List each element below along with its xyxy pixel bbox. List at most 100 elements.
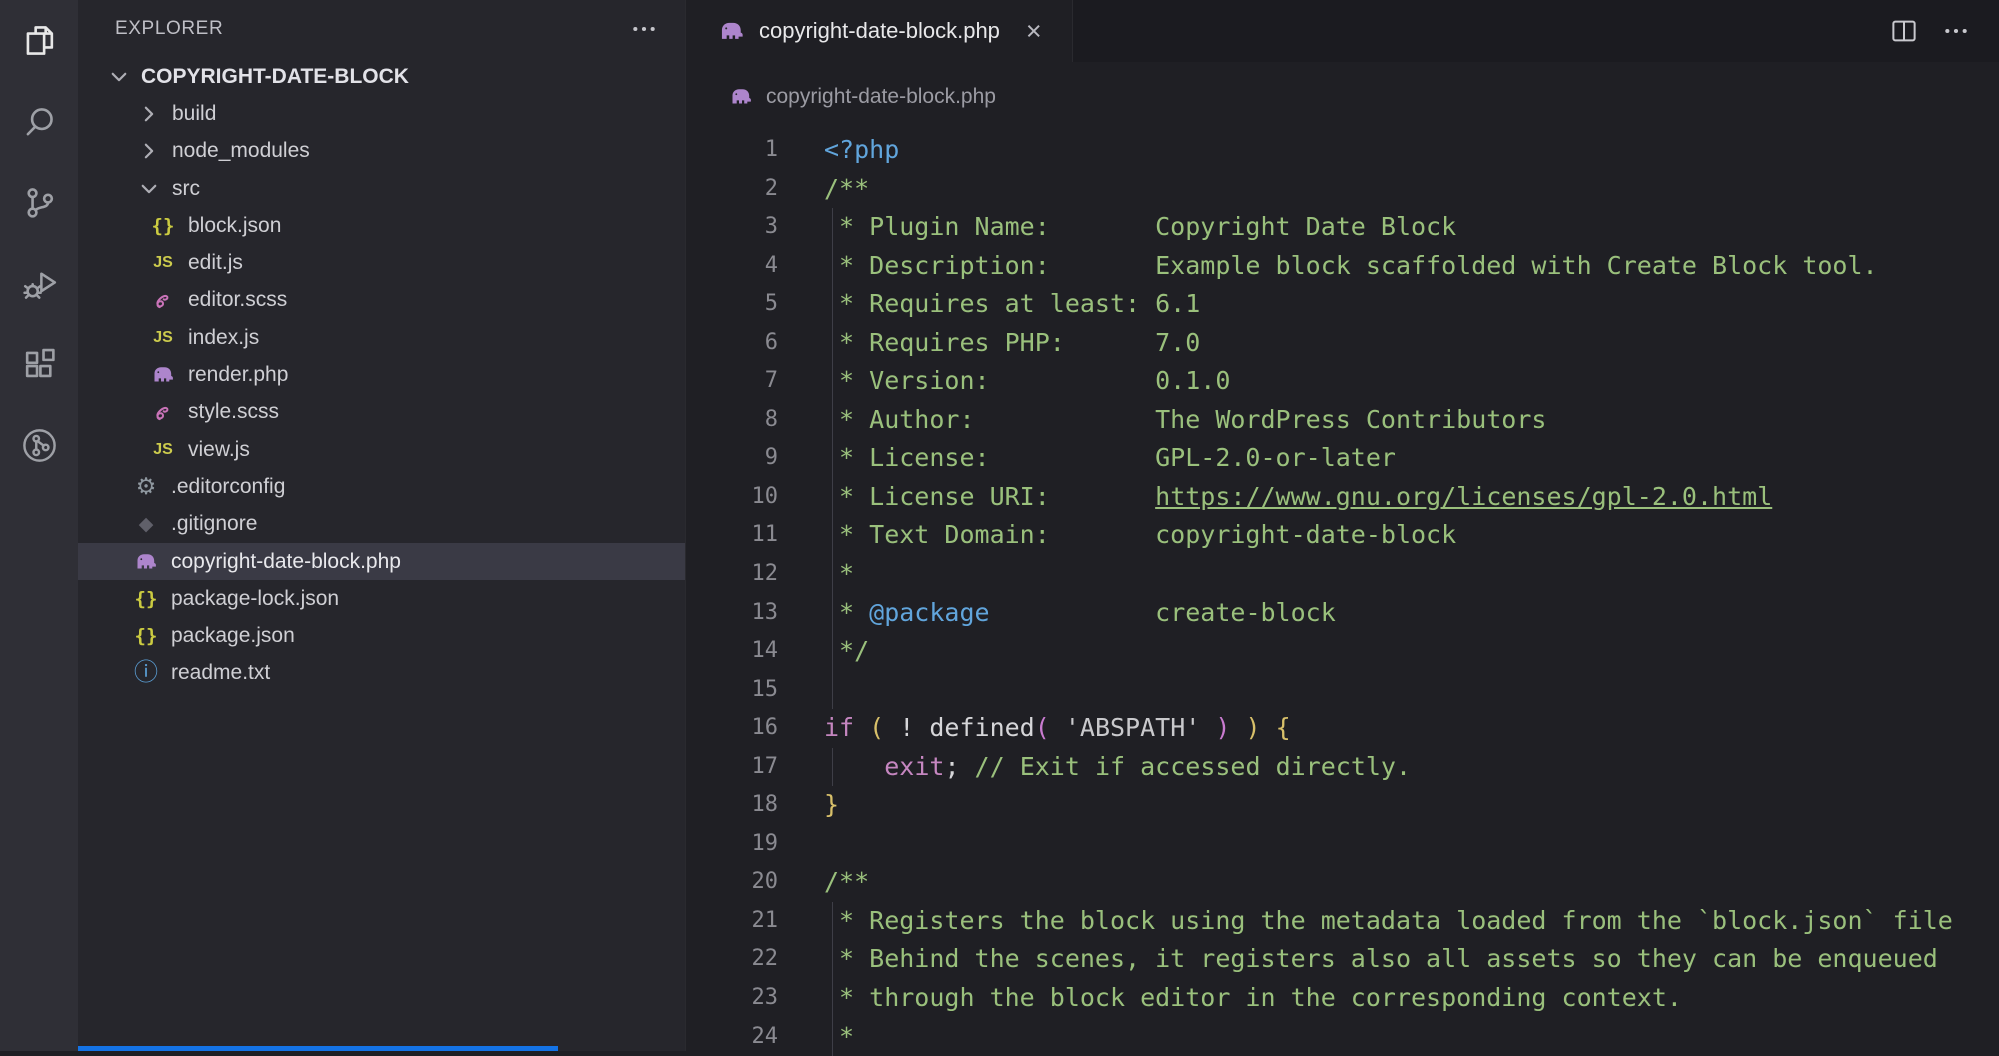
code-token: 'ABSPATH' [1065,713,1200,742]
code-line-content[interactable] [778,671,824,710]
search-icon[interactable] [0,81,78,162]
code-line-content[interactable]: */ [778,632,869,671]
chevron-right-icon [138,104,160,124]
tree-item--editorconfig[interactable]: ⚙.editorconfig [78,468,685,505]
tree-item-copyright-date-block-php[interactable]: copyright-date-block.php [78,543,685,580]
code-token: <?php [824,135,899,164]
explorer-more-actions-icon[interactable] [631,16,657,42]
tree-item-render-php[interactable]: render.php [78,356,685,393]
code-line-content[interactable]: * License URI: https://www.gnu.org/licen… [778,478,1772,517]
code-token: * through the block editor in the corres… [824,983,1682,1012]
code-line-content[interactable]: /** [778,863,869,902]
line-number: 20 [686,863,778,902]
extensions-icon[interactable] [0,324,78,405]
tree-item-build[interactable]: build [78,95,685,132]
tree-item-block-json[interactable]: {}block.json [78,207,685,244]
code-line-content[interactable]: /** [778,170,869,209]
code-line-content[interactable]: * Requires at least: 6.1 [778,285,1200,324]
json-braces-icon: {} [152,215,175,237]
code-line-content[interactable]: if ( ! defined( 'ABSPATH' ) ) { [778,709,1291,748]
tab-copyright-date-block-php[interactable]: copyright-date-block.php × [686,0,1073,62]
explorer-files-icon[interactable] [0,0,78,81]
line-number: 5 [686,285,778,324]
tree-item-package-json[interactable]: {}package.json [78,617,685,654]
code-line-content[interactable]: * License: GPL-2.0-or-later [778,439,1396,478]
code-line-content[interactable]: * Registers the block using the metadata… [778,902,1953,941]
code-line-content[interactable]: * Author: The WordPress Contributors [778,401,1546,440]
line-number: 24 [686,1018,778,1056]
json-braces-icon: {} [135,588,158,610]
code-line-11: 11 * Text Domain: copyright-date-block [686,516,1999,555]
line-number: 22 [686,940,778,979]
line-number: 1 [686,131,778,170]
javascript-icon: JS [153,254,173,272]
git-diamond-icon: ◆ [139,515,154,534]
tab-close-icon[interactable]: × [1026,18,1042,45]
tree-item-label: view.js [188,438,250,462]
code-line-content[interactable]: * Requires PHP: 7.0 [778,324,1200,363]
code-line-19: 19 [686,825,1999,864]
code-line-content[interactable]: * [778,1018,854,1056]
php-elephant-icon [134,550,158,574]
code-line-6: 6 * Requires PHP: 7.0 [686,324,1999,363]
tree-item-style-scss[interactable]: style.scss [78,394,685,431]
tree-item-edit-js[interactable]: JS edit.js [78,244,685,281]
code-line-content[interactable]: * through the block editor in the corres… [778,979,1682,1018]
tree-item-label: readme.txt [171,661,270,685]
tree-item-readme-txt[interactable]: ⓘreadme.txt [78,655,685,692]
tree-item-view-js[interactable]: JSview.js [78,431,685,468]
code-line-13: 13 * @package create-block [686,594,1999,633]
line-number: 3 [686,208,778,247]
editor-more-actions-icon[interactable] [1939,14,1973,48]
line-number: 8 [686,401,778,440]
tree-item-index-js[interactable]: JSindex.js [78,319,685,356]
tab-bar: copyright-date-block.php × [686,0,1999,62]
source-control-icon[interactable] [0,162,78,243]
commit-graph-icon[interactable] [0,405,78,486]
chevron-down-icon [108,67,130,87]
code-token: ! defined [899,713,1034,742]
code-line-content[interactable]: exit; // Exit if accessed directly. [778,748,1411,787]
code-line-8: 8 * Author: The WordPress Contributors [686,401,1999,440]
tree-item-label: edit.js [188,251,243,275]
code-token: create-block [990,598,1336,627]
tree-item--gitignore[interactable]: ◆.gitignore [78,506,685,543]
code-line-content[interactable]: * @package create-block [778,594,1336,633]
code-line-content[interactable]: * [778,555,854,594]
code-token: // Exit if accessed directly. [975,752,1412,781]
tree-item-src[interactable]: src [78,170,685,207]
line-number: 11 [686,516,778,555]
php-elephant-icon [151,363,175,387]
code-line-content[interactable]: <?php [778,131,899,170]
code-line-content[interactable] [778,825,824,864]
code-line-content[interactable]: * Description: Example block scaffolded … [778,247,1878,286]
code-token: * License: GPL-2.0-or-later [824,443,1396,472]
php-elephant-icon [718,18,745,45]
tree-item-label: src [172,177,200,201]
chevron-down-icon [138,179,160,199]
run-debug-icon[interactable] [0,243,78,324]
code-line-content[interactable]: * Plugin Name: Copyright Date Block [778,208,1456,247]
tree-item-node-modules[interactable]: node_modules [78,133,685,170]
code-token: } [824,790,839,819]
code-line-content[interactable]: * Text Domain: copyright-date-block [778,516,1456,555]
code-token: @package [869,598,989,627]
code-line-content[interactable]: * Version: 0.1.0 [778,362,1230,401]
tree-item-label: editor.scss [188,288,287,312]
tree-item-copyright-date-block[interactable]: COPYRIGHT-DATE-BLOCK [78,58,685,95]
code-line-content[interactable]: } [778,786,839,825]
split-editor-icon[interactable] [1887,14,1921,48]
code-line-content[interactable]: * Behind the scenes, it registers also a… [778,940,1938,979]
code-editor[interactable]: 1<?php2/**3 * Plugin Name: Copyright Dat… [686,131,1999,1056]
breadcrumb[interactable]: copyright-date-block.php [686,62,1999,131]
code-line-17: 17 exit; // Exit if accessed directly. [686,748,1999,787]
tree-item-package-lock-json[interactable]: {}package-lock.json [78,580,685,617]
tree-item-label: style.scss [188,400,279,424]
sidebar-title: EXPLORER [115,18,223,40]
code-token: if [824,713,869,742]
javascript-icon: JS [153,329,173,347]
activity-bar [0,0,78,1051]
gear-icon: ⚙ [136,475,157,498]
tree-item-editor-scss[interactable]: editor.scss [78,282,685,319]
code-token: { [1261,713,1291,742]
